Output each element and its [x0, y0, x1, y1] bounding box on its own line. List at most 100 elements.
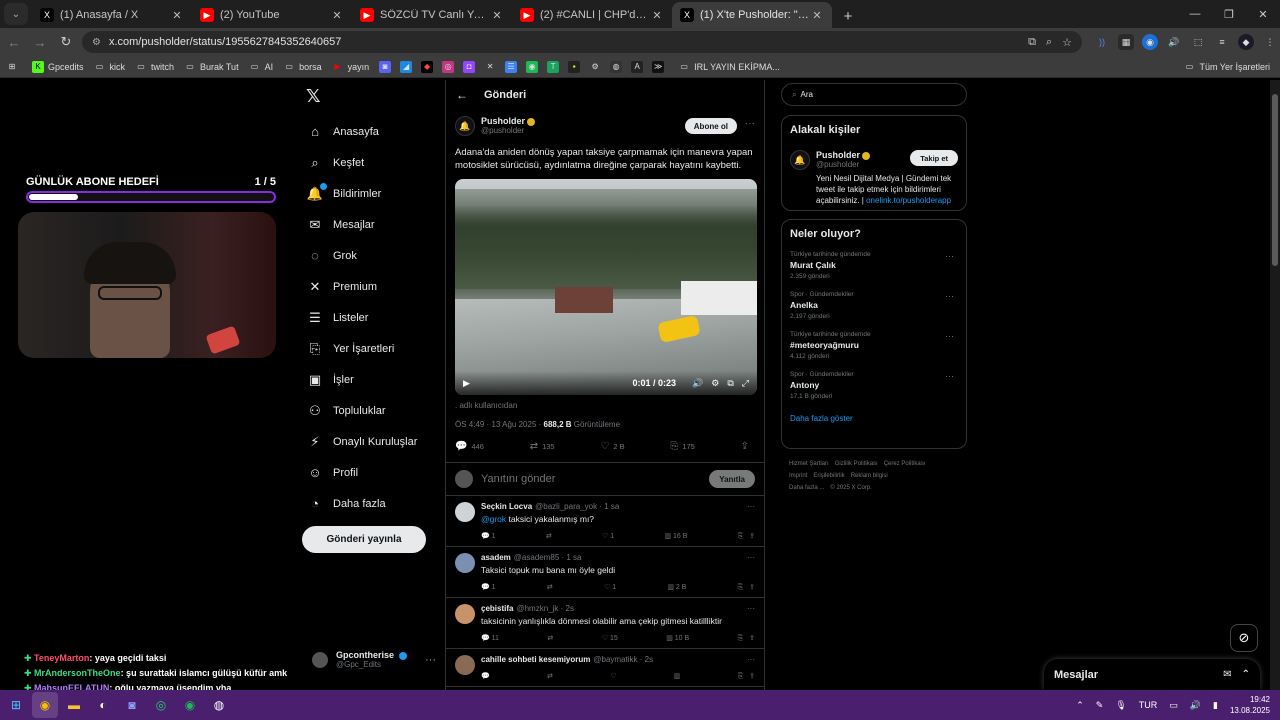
bookmark-folder-kick[interactable]: ▭ kick — [94, 61, 125, 73]
url-input[interactable]: ⚙ x.com/pusholder/status/195562784535264… — [82, 31, 1082, 53]
reply-handle[interactable]: @asadem85 · 1 sa — [514, 553, 582, 562]
all-bookmarks[interactable]: ▭ Tüm Yer İşaretleri — [1183, 61, 1270, 73]
views-action[interactable]: ▥ — [674, 672, 681, 681]
reply-action[interactable]: 💬 1 — [481, 583, 496, 592]
bookmark-folder-borsa[interactable]: ▭ borsa — [283, 61, 321, 73]
tagged-users[interactable]: . adlı kullanıcıdan — [455, 401, 755, 410]
file-explorer-icon[interactable]: ▬ — [61, 692, 87, 718]
play-icon[interactable]: ▶ — [463, 378, 470, 389]
bookmark-site-icon[interactable]: ◉ — [526, 60, 539, 73]
bookmark-x-icon[interactable]: ✕ — [484, 61, 496, 73]
microphone-icon[interactable]: 🎙 — [1115, 700, 1126, 711]
subscribe-button[interactable]: Abone ol — [684, 118, 737, 134]
reply-handle[interactable]: @baymatikk · 2s — [593, 655, 653, 664]
extension-icon[interactable]: ◉ — [1142, 34, 1158, 50]
bookmark-folder-irl[interactable]: ▭ IRL YAYIN EKİPMA... — [678, 61, 779, 73]
nav-item-i-ler[interactable]: ▣ İşler — [306, 364, 417, 395]
tab-search-button[interactable]: ⌄ — [4, 3, 28, 25]
more-icon[interactable]: ··· — [747, 553, 755, 562]
more-icon[interactable]: ··· — [945, 251, 954, 261]
pen-icon[interactable]: ✎ — [1096, 700, 1104, 711]
nav-item-profil[interactable]: ☺ Profil — [306, 457, 417, 488]
discord-icon[interactable]: ◙ — [119, 692, 145, 718]
reply-post[interactable]: asadem @asadem85 · 1 sa ··· Taksici topuk … — [446, 547, 764, 598]
profile-avatar[interactable]: ◆ — [1238, 34, 1254, 50]
more-icon[interactable]: ··· — [425, 654, 436, 666]
bookmark-gpcedits[interactable]: K Gpcedits — [32, 60, 84, 73]
nav-item-anasayfa[interactable]: ⌂ Anasayfa — [306, 116, 417, 147]
extension-icon[interactable]: )) — [1094, 34, 1110, 50]
forward-button[interactable]: → — [28, 30, 52, 54]
tab-close-icon[interactable]: ✕ — [810, 9, 824, 22]
back-arrow-icon[interactable]: ← — [456, 88, 468, 102]
video-player[interactable]: ▶ 0:01 / 0:23 🔊 ⚙ ⧉ ⤢ — [455, 179, 757, 395]
account-switcher[interactable]: Gpcontherise @Gpc_Edits ··· — [312, 650, 436, 669]
bookmark-folder-twitch[interactable]: ▭ twitch — [135, 61, 174, 73]
nav-item-mesajlar[interactable]: ✉ Mesajlar — [306, 209, 417, 240]
collapse-icon[interactable]: ⌃ — [1242, 669, 1250, 680]
reply-post[interactable]: cahille sohbeti kesemiyorum @baymatikk · … — [446, 649, 764, 687]
volume-icon[interactable]: 🔊 — [692, 378, 703, 389]
messages-drawer[interactable]: Mesajlar ✉ ⌃ — [1044, 659, 1260, 690]
more-icon[interactable]: ··· — [747, 655, 755, 664]
reply-action[interactable]: 💬 1 — [481, 532, 496, 541]
avatar[interactable]: 🔔 — [790, 150, 810, 170]
bookmark-site-icon[interactable]: A — [631, 60, 644, 73]
nav-item-listeler[interactable]: ☰ Listeler — [306, 302, 417, 333]
trend-item[interactable]: Spor · Gündemdekiler Anelka 2.197 gönderi ·… — [790, 291, 958, 320]
browser-tab[interactable]: X (1) X'te Pusholder: "Adana'da a✕ — [672, 2, 832, 28]
tray-overflow-icon[interactable]: ⌃ — [1076, 700, 1084, 711]
audio-icon[interactable]: 🔊 — [1166, 34, 1182, 50]
footer-link[interactable]: © 2025 X Corp. — [830, 485, 871, 491]
bio-link[interactable]: onelink.to/pusholderapp — [866, 196, 951, 205]
new-tab-button[interactable]: + — [836, 4, 860, 28]
reply-handle[interactable]: @bazli_para_yok · 1 sa — [535, 502, 619, 511]
nav-item-grok[interactable]: ◌ Grok — [306, 240, 417, 271]
trend-item[interactable]: Türkiye tarihinde gündemde Murat Çalık 2.3… — [790, 251, 958, 280]
mention-link[interactable]: @grok — [481, 514, 506, 524]
views-action[interactable]: ▥ 2 B — [667, 583, 686, 592]
fullscreen-icon[interactable]: ⤢ — [742, 378, 749, 389]
more-icon[interactable]: ··· — [945, 371, 954, 381]
nav-item-yer-i-aretleri[interactable]: ⎘ Yer İşaretleri — [306, 333, 417, 364]
language-indicator[interactable]: TUR — [1139, 700, 1158, 710]
star-icon[interactable]: ☆ — [1062, 36, 1072, 49]
reply-post[interactable]: Seçkin Locva @bazli_para_yok · 1 sa ··· @g… — [446, 496, 764, 547]
reading-list-icon[interactable]: ≡ — [1214, 34, 1230, 50]
bookmark-site-icon[interactable]: T — [547, 60, 560, 73]
bookmark-site-icon[interactable]: ≫ — [652, 60, 665, 73]
more-icon[interactable]: ··· — [945, 291, 954, 301]
reply-action[interactable]: 💬 — [481, 672, 490, 681]
reply-author[interactable]: çebistifa — [481, 604, 513, 613]
related-person[interactable]: 🔔 Pusholder @pusholder Takip et Yeni Nes… — [790, 150, 958, 206]
settings-icon[interactable]: ⚙ — [711, 378, 719, 389]
nav-item-ke-fet[interactable]: ⌕ Keşfet — [306, 147, 417, 178]
chrome-icon[interactable]: ◉ — [32, 692, 58, 718]
like-action[interactable]: ♡ 1 — [602, 532, 614, 541]
nav-item-daha-fazla[interactable]: ◔ Daha fazla — [306, 488, 417, 519]
footer-link[interactable]: Daha fazla ... — [789, 485, 824, 491]
bookmark-site-icon[interactable]: ◍ — [610, 60, 623, 73]
bookmark-action[interactable]: ⎘ ⇪ — [738, 634, 755, 643]
reply-input[interactable]: Yanıtını gönder — [481, 473, 555, 485]
bookmark-site-icon[interactable]: ▪ — [568, 60, 581, 73]
maximize-button[interactable]: ❐ — [1212, 0, 1246, 28]
more-icon[interactable]: ··· — [945, 331, 954, 341]
like-action[interactable]: ♡ — [610, 672, 616, 681]
tab-close-icon[interactable]: ✕ — [330, 9, 344, 22]
post-timestamp[interactable]: ÖS 4:49 · 13 Ağu 2025 · — [455, 420, 544, 429]
footer-link[interactable]: Çerez Politikası — [884, 461, 926, 467]
page-scrollbar[interactable] — [1270, 80, 1280, 690]
nav-item-topluluklar[interactable]: ⚇ Topluluklar — [306, 395, 417, 426]
bookmark-action[interactable]: ⎘ ⇪ — [738, 532, 755, 541]
bookmark-action[interactable]: ⎘ ⇪ — [738, 583, 755, 592]
nav-item-premium[interactable]: ✕ Premium — [306, 271, 417, 302]
post-button[interactable]: Gönderi yayınla — [302, 526, 426, 553]
reply-author[interactable]: cahille sohbeti kesemiyorum — [481, 655, 590, 664]
menu-icon[interactable]: ⋮ — [1262, 34, 1278, 50]
extension-icon[interactable]: ▦ — [1118, 34, 1134, 50]
windows-start-icon[interactable]: ⊞ — [3, 692, 29, 718]
tab-close-icon[interactable]: ✕ — [650, 9, 664, 22]
views-action[interactable]: ▥ 10 B — [666, 634, 689, 643]
reload-button[interactable]: ↻ — [54, 30, 78, 54]
